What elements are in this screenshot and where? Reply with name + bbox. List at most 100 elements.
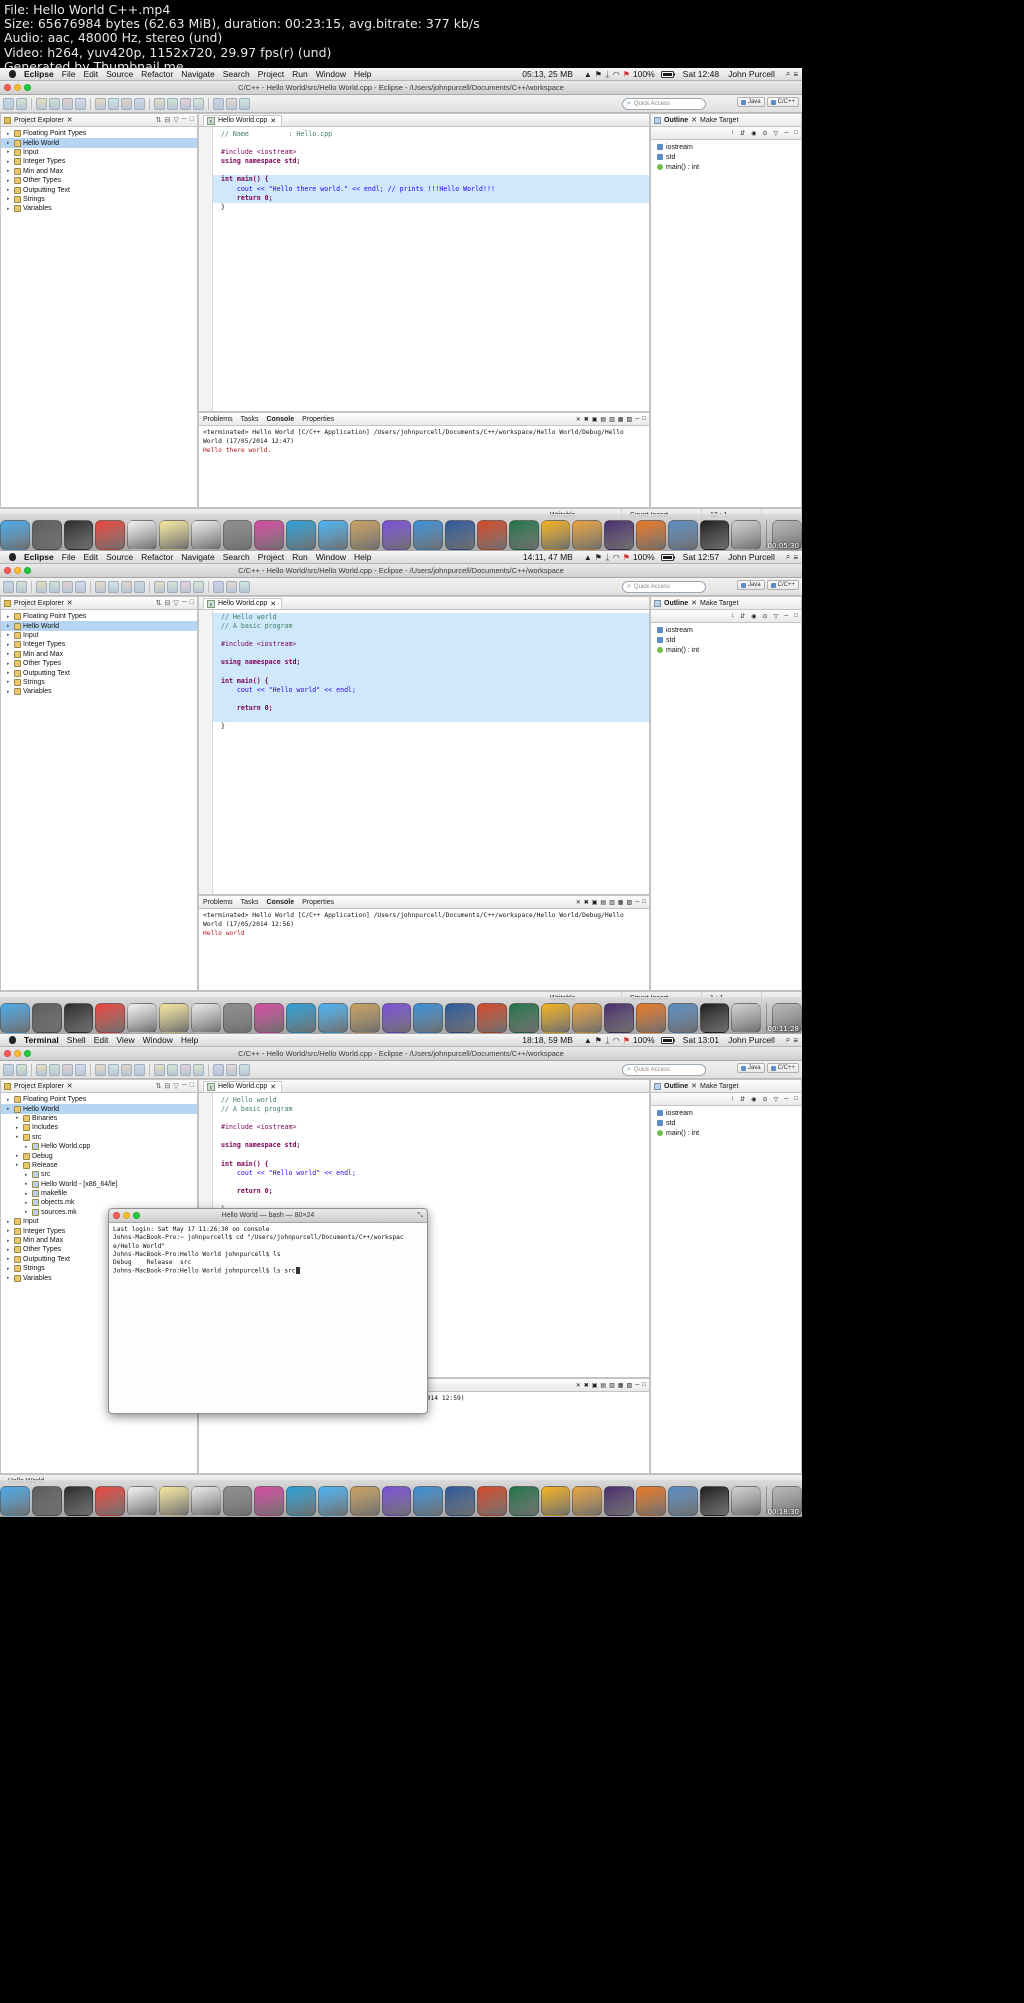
tree-node[interactable]: ▸ Debug — [1, 1151, 197, 1160]
outline-tool-4[interactable]: ▽ — [773, 130, 778, 137]
chevron-right-icon[interactable]: ▸ — [16, 1162, 21, 1168]
outline-tool-0[interactable]: ↕ — [731, 130, 734, 136]
menubar-item-window[interactable]: Window — [316, 552, 346, 562]
editor-tab[interactable]: c Hello World.cpp ✕ — [203, 114, 283, 126]
chevron-right-icon[interactable]: ▸ — [7, 632, 12, 638]
tab-close-icon[interactable]: ✕ — [67, 116, 73, 124]
panel-tool-1[interactable]: ⊟ — [165, 116, 171, 124]
chevron-right-icon[interactable]: ▸ — [7, 642, 12, 648]
close-button[interactable] — [4, 1050, 11, 1057]
outline-tool-0[interactable]: ↕ — [731, 613, 734, 619]
toolbar-button-11[interactable] — [167, 580, 178, 593]
toolbar-button-14[interactable] — [213, 1063, 224, 1076]
toolbar-button-7[interactable] — [108, 1063, 119, 1076]
outline-tool-2[interactable]: ◉ — [751, 130, 756, 137]
perspective-button-java[interactable]: Java — [736, 1063, 765, 1073]
word-icon[interactable] — [445, 520, 475, 550]
outline-tool-5[interactable]: ─ — [784, 1096, 788, 1102]
console-tool-4[interactable]: ▥ — [609, 1382, 615, 1389]
chevron-right-icon[interactable]: ▸ — [7, 689, 12, 695]
chevron-right-icon[interactable]: ▸ — [25, 1200, 30, 1206]
toolbar-button-5[interactable] — [75, 97, 86, 110]
menubar-item-window[interactable]: Window — [316, 69, 346, 79]
quick-access-input[interactable]: ⌕ Quick Access — [622, 98, 706, 110]
minimize-button[interactable] — [14, 1050, 21, 1057]
chevron-right-icon[interactable]: ▸ — [25, 1209, 30, 1215]
toolbar-button-8[interactable] — [121, 1063, 132, 1076]
panel-tool-0[interactable]: ⇅ — [156, 116, 162, 124]
apple-logo-icon[interactable] — [9, 70, 16, 78]
tab-close-icon[interactable]: ✕ — [67, 1082, 73, 1090]
outline-item[interactable]: main() : int — [651, 162, 801, 172]
console-tool-6[interactable]: ▧ — [626, 899, 632, 906]
console-tab-console[interactable]: Console — [266, 899, 294, 906]
notes-icon[interactable] — [159, 520, 189, 550]
menubar-item-source[interactable]: Source — [106, 69, 133, 79]
make-target-tab[interactable]: Make Target — [700, 1083, 738, 1090]
downloads-stack-icon[interactable] — [731, 1003, 762, 1033]
system-preferences-icon[interactable] — [222, 520, 253, 550]
panel-tool-2[interactable]: ▽ — [173, 1082, 178, 1090]
toolbar-button-11[interactable] — [167, 97, 178, 110]
outline-tool-5[interactable]: ─ — [784, 130, 788, 136]
minimize-button[interactable] — [14, 84, 21, 91]
outline-tool-6[interactable]: □ — [794, 1096, 798, 1102]
console-tool-5[interactable]: ▦ — [618, 1382, 624, 1389]
toolbar-button-15[interactable] — [226, 97, 237, 110]
outline-item[interactable]: iostream — [651, 142, 801, 152]
outline-tool-3[interactable]: ⊙ — [762, 1096, 767, 1103]
perspective-button-java[interactable]: Java — [736, 580, 765, 590]
safari-icon[interactable] — [286, 1486, 316, 1516]
tree-node[interactable]: ▸ Hello World — [1, 621, 197, 631]
console-tool-3[interactable]: ▤ — [600, 1382, 606, 1389]
tree-node[interactable]: ▸ Outputting Text — [1, 668, 197, 677]
tree-node[interactable]: ▸ Hello World - [x86_64/le] — [1, 1180, 197, 1189]
bluetooth-icon[interactable]: ᛣ — [605, 1036, 610, 1045]
tree-node[interactable]: ▸ Strings — [1, 678, 197, 687]
chevron-right-icon[interactable]: ▸ — [7, 131, 12, 137]
code-area[interactable]: // Name : Hello.cpp #include <iostream> u… — [199, 127, 649, 411]
outlook-icon[interactable] — [540, 1003, 571, 1033]
contacts-icon[interactable] — [349, 520, 380, 550]
search-icon[interactable]: ⌕ — [786, 1035, 790, 1045]
menubar-item-run[interactable]: Run — [292, 552, 308, 562]
perspective-button-c-c-[interactable]: C/C++ — [766, 1063, 799, 1073]
chevron-right-icon[interactable]: ▸ — [7, 187, 12, 193]
zoom-button[interactable] — [24, 84, 31, 91]
toolbar-button-13[interactable] — [193, 97, 204, 110]
toolbar-button-9[interactable] — [134, 1063, 145, 1076]
tree-node[interactable]: ▸ Includes — [1, 1123, 197, 1132]
toolbar-button-15[interactable] — [226, 1063, 237, 1076]
search-icon[interactable]: ⌕ — [786, 69, 790, 79]
list-icon[interactable]: ≡ — [793, 553, 798, 562]
editor-tab-close-icon[interactable]: ✕ — [270, 600, 276, 608]
itunes-icon[interactable] — [381, 520, 412, 550]
project-explorer-tab[interactable]: Project Explorer ✕ ⇅ ⊟ ▽ ─ □ — [1, 597, 197, 610]
itunes-icon[interactable] — [381, 1003, 412, 1033]
console-tab-tasks[interactable]: Tasks — [241, 416, 259, 423]
panel-tool-3[interactable]: ─ — [182, 116, 187, 124]
console-tab-problems[interactable]: Problems — [203, 899, 233, 906]
chevron-right-icon[interactable]: ▸ — [7, 670, 12, 676]
search-icon[interactable]: ⌕ — [786, 552, 790, 562]
toolbar-button-12[interactable] — [180, 97, 191, 110]
utilities-folder-icon[interactable] — [667, 520, 698, 550]
outline-tool-2[interactable]: ◉ — [751, 1096, 756, 1103]
menubar-item-source[interactable]: Source — [106, 552, 133, 562]
word-icon[interactable] — [445, 1003, 475, 1033]
chevron-right-icon[interactable]: ▸ — [7, 159, 12, 165]
tree-node[interactable]: ▸ Input — [1, 148, 197, 157]
menubar-item-file[interactable]: File — [62, 552, 76, 562]
outline-tool-1[interactable]: ⇵ — [740, 130, 745, 137]
calendar-icon[interactable] — [127, 520, 158, 550]
outline-item[interactable]: iostream — [651, 1108, 801, 1118]
toolbar-button-10[interactable] — [154, 97, 165, 110]
wifi-icon[interactable]: ◠ — [613, 1036, 620, 1045]
outline-tool-6[interactable]: □ — [794, 613, 798, 619]
toolbar-button-10[interactable] — [154, 1063, 165, 1076]
launchpad-icon[interactable] — [31, 1003, 62, 1033]
chevron-right-icon[interactable]: ▸ — [7, 661, 12, 667]
outline-item[interactable]: iostream — [651, 625, 801, 635]
wifi-icon[interactable]: ◠ — [613, 553, 620, 562]
outlook-icon[interactable] — [540, 520, 571, 550]
